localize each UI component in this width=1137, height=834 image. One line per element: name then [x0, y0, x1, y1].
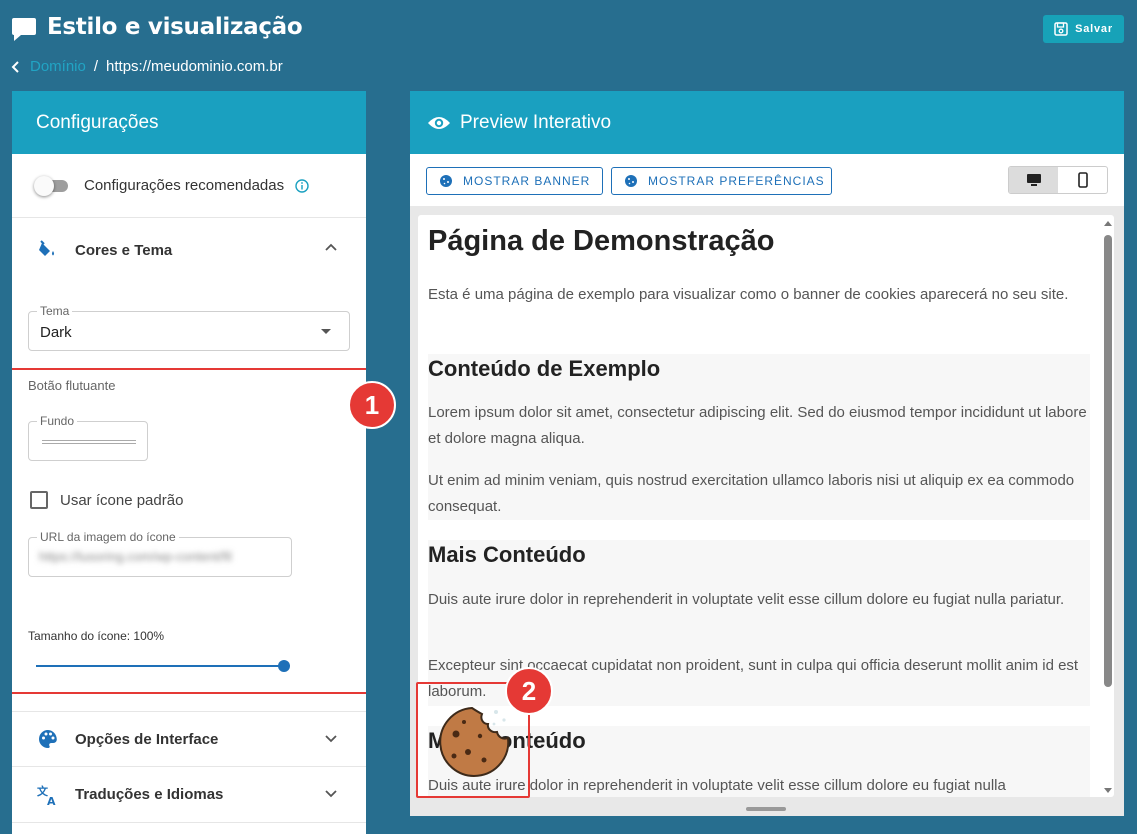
settings-panel-title: Configurações: [36, 111, 159, 133]
save-button[interactable]: Salvar: [1043, 15, 1124, 43]
annotation-badge-2: 2: [505, 667, 553, 715]
back-chevron-icon[interactable]: [10, 60, 22, 74]
translations-title: Traduções e Idiomas: [75, 786, 224, 803]
palette-icon: [37, 728, 59, 750]
translate-icon: 文 A: [37, 784, 59, 806]
colors-theme-accordion[interactable]: Cores e Tema: [12, 218, 366, 282]
chat-bubble-icon: [12, 18, 36, 41]
chevron-up-icon[interactable]: [324, 242, 338, 252]
save-icon: [1054, 22, 1068, 36]
section-1-title: Conteúdo de Exemplo: [428, 356, 661, 381]
paint-bucket-icon: [37, 239, 59, 261]
section-1-paragraph-2: Ut enim ad minim veniam, quis nostrud ex…: [428, 472, 1075, 515]
recommended-settings-row: Configurações recomendadas: [12, 154, 366, 218]
desktop-icon: [1026, 174, 1041, 186]
show-banner-label: MOSTRAR BANNER: [463, 174, 591, 188]
section-2-paragraph-1: Duis aute irure dolor in reprehenderit i…: [428, 591, 1065, 608]
preview-toolbar: MOSTRAR BANNER MOSTRAR PREFERÊNCIAS: [410, 154, 1124, 206]
chevron-down-icon[interactable]: [324, 734, 338, 744]
show-preferences-button[interactable]: MOSTRAR PREFERÊNCIAS: [611, 167, 832, 195]
translations-accordion[interactable]: 文 A Traduções e Idiomas: [12, 767, 366, 823]
page-title: Estilo e visualização: [47, 14, 303, 40]
preview-panel-header: Preview Interativo: [410, 91, 1124, 154]
interface-options-accordion[interactable]: Opções de Interface: [12, 711, 366, 767]
demo-intro-text: Esta é uma página de exemplo para visual…: [428, 286, 1069, 303]
theme-select[interactable]: Tema Dark: [28, 304, 350, 351]
svg-text:A: A: [47, 795, 56, 806]
scroll-up-arrow-icon[interactable]: [1104, 221, 1112, 226]
resize-grip[interactable]: [746, 807, 786, 811]
content-section-1: Conteúdo de Exemplo Lorem ipsum dolor si…: [428, 354, 1090, 520]
breadcrumb-domain-link[interactable]: Domínio: [30, 58, 86, 75]
save-label: Salvar: [1075, 23, 1113, 35]
breadcrumb-separator: /: [93, 58, 99, 75]
scroll-down-arrow-icon[interactable]: [1104, 788, 1112, 793]
preview-scrollbar[interactable]: [1102, 219, 1114, 797]
cookie-icon: [625, 175, 637, 187]
breadcrumb: Domínio / https://meudominio.com.br: [10, 58, 283, 75]
settings-panel-header: Configurações: [12, 91, 366, 154]
scrollbar-thumb[interactable]: [1104, 235, 1112, 687]
highlight-box-1: [12, 368, 366, 694]
chevron-down-icon[interactable]: [324, 789, 338, 799]
cookie-icon: [440, 175, 452, 187]
recommended-settings-label: Configurações recomendadas: [84, 177, 285, 194]
section-1-paragraph-1: Lorem ipsum dolor sit amet, consectetur …: [428, 404, 1087, 447]
show-preferences-label: MOSTRAR PREFERÊNCIAS: [648, 174, 825, 188]
info-icon[interactable]: [295, 178, 309, 193]
show-banner-button[interactable]: MOSTRAR BANNER: [426, 167, 603, 195]
mobile-view-button[interactable]: [1058, 167, 1107, 193]
preview-panel-title: Preview Interativo: [460, 111, 612, 133]
device-switcher: [1008, 166, 1108, 194]
settings-panel: Configurações Configurações recomendadas…: [12, 91, 366, 834]
theme-select-label: Tema: [37, 304, 73, 318]
desktop-view-button[interactable]: [1009, 167, 1058, 193]
mobile-icon: [1077, 172, 1088, 188]
interface-options-title: Opções de Interface: [75, 730, 219, 748]
recommended-settings-toggle[interactable]: [34, 175, 74, 196]
theme-select-value: Dark: [40, 324, 72, 341]
eye-icon: [428, 116, 450, 129]
demo-page-heading: Página de Demonstração: [428, 225, 775, 257]
dropdown-caret-icon: [321, 329, 331, 334]
breadcrumb-current: https://meudominio.com.br: [106, 58, 283, 75]
annotation-badge-1: 1: [348, 381, 396, 429]
section-2-title: Mais Conteúdo: [428, 542, 586, 567]
colors-theme-title: Cores e Tema: [75, 241, 173, 259]
